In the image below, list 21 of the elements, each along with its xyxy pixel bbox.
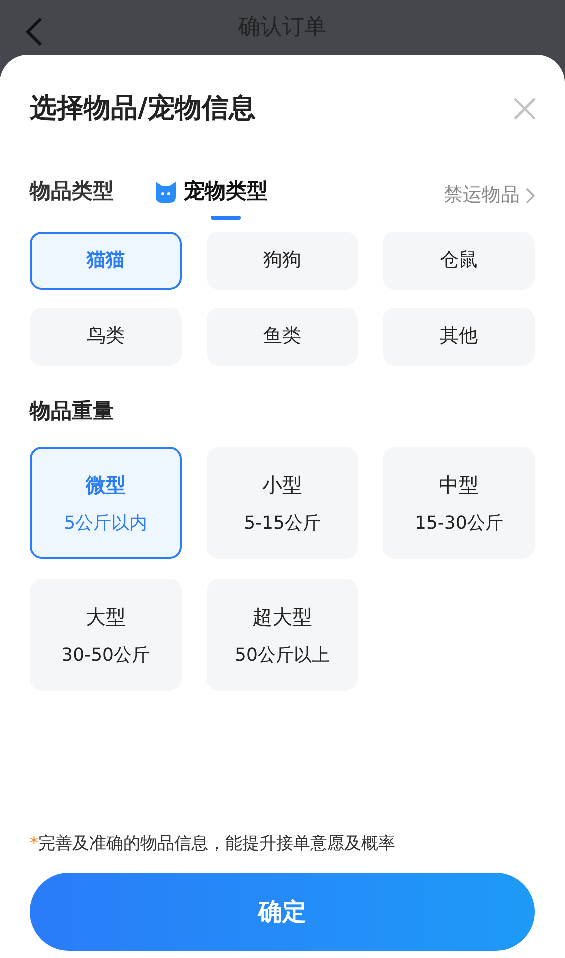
close-icon[interactable] bbox=[513, 97, 537, 122]
tab[interactable]: 物品类型 bbox=[30, 172, 114, 220]
chevron-right-icon bbox=[526, 188, 535, 204]
option-chip[interactable]: 鱼类 bbox=[206, 308, 358, 366]
cat-icon bbox=[154, 180, 178, 204]
weight-option[interactable]: 超大型 50公斤以上 bbox=[206, 579, 358, 691]
back-icon[interactable] bbox=[24, 16, 44, 48]
option-chip[interactable]: 鸟类 bbox=[30, 308, 182, 366]
sheet-title: 选择物品/宠物信息 bbox=[30, 92, 256, 126]
weight-option[interactable]: 中型 15-30公斤 bbox=[383, 447, 535, 559]
weight-option[interactable]: 大型 30-50公斤 bbox=[30, 579, 182, 691]
option-chip[interactable]: 其他 bbox=[383, 308, 535, 366]
section-title: 物品重量 bbox=[30, 398, 115, 424]
forbidden-items-link[interactable]: 禁运物品 bbox=[444, 181, 520, 210]
option-chip[interactable]: 狗狗 bbox=[206, 232, 358, 290]
option-chip[interactable]: 猫猫 bbox=[30, 232, 182, 290]
info-note: *完善及准确的物品信息，能提升接单意愿及概率 bbox=[30, 832, 396, 856]
weight-option[interactable]: 小型 5-15公斤 bbox=[206, 447, 358, 559]
weight-option[interactable]: 微型 5公斤以内 bbox=[30, 447, 182, 559]
tab[interactable]: 宠物类型 bbox=[154, 172, 268, 220]
option-chip[interactable]: 仓鼠 bbox=[383, 232, 535, 290]
